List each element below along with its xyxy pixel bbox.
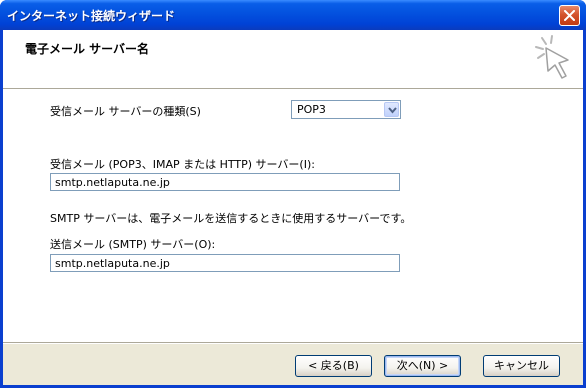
server-type-label: 受信メール サーバーの種類(S): [50, 105, 201, 118]
wizard-sparkle-icon: [535, 35, 569, 79]
incoming-server-value: smtp.netlaputa.ne.jp: [55, 176, 170, 189]
cancel-button[interactable]: キャンセル: [483, 355, 560, 377]
window-title: インターネット接続ウィザード: [7, 9, 176, 23]
title-bar[interactable]: インターネット接続ウィザード: [0, 0, 586, 30]
server-type-select[interactable]: POP3: [291, 100, 401, 119]
incoming-server-label: 受信メール (POP3、IMAP または HTTP) サーバー(I):: [50, 158, 315, 171]
page-title: 電子メール サーバー名: [25, 42, 150, 56]
next-button[interactable]: 次へ(N) >: [384, 355, 461, 377]
form-area: 受信メール サーバーの種類(S) POP3 受信メール (POP3、IMAP ま…: [3, 89, 583, 342]
dialog-client-area: 電子メール サーバー名 受信メール サーバーの種類(S) POP3 受信メール …: [3, 30, 583, 385]
chevron-down-icon: [388, 107, 397, 114]
wizard-window: インターネット接続ウィザード 電子メール サーバー名 受信メール サーバーの種類…: [0, 0, 586, 388]
footer-divider: [3, 342, 583, 344]
close-button[interactable]: [559, 5, 580, 26]
back-button[interactable]: < 戻る(B): [295, 355, 372, 377]
outgoing-server-label: 送信メール (SMTP) サーバー(O):: [50, 238, 216, 251]
smtp-description: SMTP サーバーは、電子メールを送信するときに使用するサーバーです。: [50, 212, 412, 225]
outgoing-server-value: smtp.netlaputa.ne.jp: [55, 257, 170, 270]
wizard-header: 電子メール サーバー名: [3, 30, 583, 89]
dropdown-button[interactable]: [384, 102, 399, 117]
server-type-value: POP3: [297, 103, 326, 116]
close-icon: [564, 10, 575, 21]
incoming-server-input[interactable]: smtp.netlaputa.ne.jp: [50, 173, 400, 191]
outgoing-server-input[interactable]: smtp.netlaputa.ne.jp: [50, 254, 400, 272]
